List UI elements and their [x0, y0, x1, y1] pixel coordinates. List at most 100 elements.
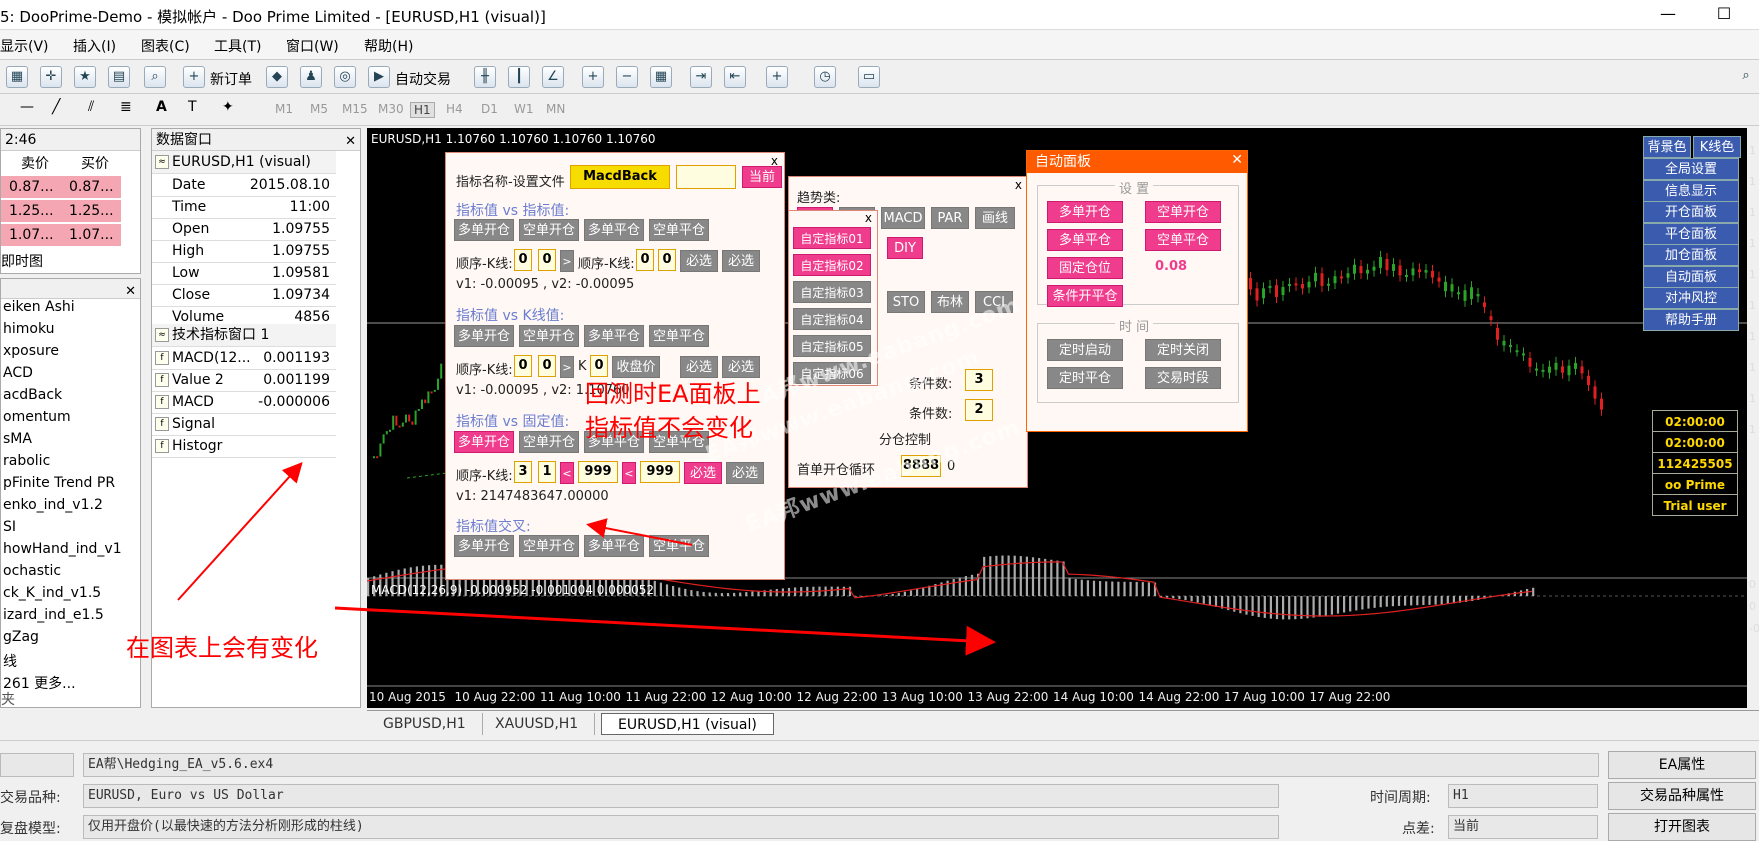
draw-line-button[interactable]: 画线	[975, 207, 1015, 229]
channel-icon[interactable]: ⫽	[88, 99, 94, 115]
minimize-icon[interactable]: —	[1658, 4, 1678, 24]
long-close-button[interactable]: 多单平仓	[584, 325, 644, 347]
tf-h4[interactable]: H4	[446, 102, 463, 116]
short-close-button[interactable]: 空单平仓	[649, 219, 709, 241]
short-close-button[interactable]: 空单平仓	[649, 535, 709, 557]
timer-close-button[interactable]: 定时平仓	[1047, 367, 1123, 389]
maximize-icon[interactable]: ☐	[1714, 4, 1734, 24]
symbol-properties-button[interactable]: 交易品种属性	[1608, 782, 1756, 810]
metaeditor-icon[interactable]: ◆	[266, 66, 288, 88]
conditional-open-close-button[interactable]: 条件开平仓	[1047, 285, 1123, 307]
navigator-item[interactable]: ochastic	[3, 563, 121, 579]
close-icon[interactable]: ✕	[345, 131, 356, 153]
k-field[interactable]: 1	[538, 461, 556, 483]
timer-start-button[interactable]: 定时启动	[1047, 339, 1123, 361]
tf-h1[interactable]: H1	[410, 102, 435, 118]
tab-xauusd[interactable]: XAUUSD,H1	[479, 713, 595, 735]
menu-window[interactable]: 窗口(W)	[286, 36, 339, 56]
long-close-button[interactable]: 多单平仓	[584, 535, 644, 557]
quote-row[interactable]: 0.87...0.87...	[1, 176, 121, 198]
short-open-button[interactable]: 空单开仓	[519, 535, 579, 557]
order-field[interactable]: 0	[514, 249, 532, 271]
short-open-button[interactable]: 空单开仓	[519, 325, 579, 347]
navigator-item[interactable]: acdBack	[3, 387, 121, 403]
label-icon[interactable]: T	[188, 99, 197, 115]
side-panel-button[interactable]: 信息显示	[1643, 180, 1739, 202]
auto-trade-icon[interactable]: ▶	[368, 66, 390, 88]
tester-icon[interactable]: ⌕	[144, 66, 166, 88]
timer-stop-button[interactable]: 定时关闭	[1145, 339, 1221, 361]
short-open-button[interactable]: 空单开仓	[519, 219, 579, 241]
navigator-item[interactable]: xposure	[3, 343, 121, 359]
ea-properties-button[interactable]: EA属性	[1608, 751, 1756, 779]
indicators-icon[interactable]: +	[766, 66, 788, 88]
side-panel-button[interactable]: 全局设置	[1643, 158, 1739, 180]
zoom-in-icon[interactable]: +	[582, 66, 604, 88]
long-open-button[interactable]: 多单开仓	[454, 219, 514, 241]
order-field[interactable]: 0	[636, 249, 654, 271]
navigator-item[interactable]: howHand_ind_v1	[3, 541, 121, 557]
compare-button[interactable]: >	[560, 356, 574, 378]
tf-mn[interactable]: MN	[546, 102, 565, 116]
short-close-button[interactable]: 空单平仓	[649, 325, 709, 347]
side-panel-button[interactable]: 帮助手册	[1643, 309, 1739, 331]
candle-color-button[interactable]: K线色	[1693, 136, 1741, 158]
auto-short-open-button[interactable]: 空单开仓	[1145, 201, 1221, 223]
order-field[interactable]: 0	[514, 355, 532, 377]
chart-area[interactable]: EURUSD,H1 1.10760 1.10760 1.10760 1.1076…	[367, 128, 1747, 708]
diy-button[interactable]: DIY	[887, 237, 923, 259]
compare-button[interactable]: >	[560, 250, 574, 272]
chart-shift-icon[interactable]: ⇤	[724, 66, 746, 88]
tab-gbpusd[interactable]: GBPUSD,H1	[367, 713, 483, 735]
tile-icon[interactable]: ▦	[650, 66, 672, 88]
zoom-out-icon[interactable]: −	[616, 66, 638, 88]
fibo-icon[interactable]: ≣	[120, 99, 132, 115]
indicator-name-field[interactable]: MacdBack	[570, 165, 670, 189]
text-icon[interactable]: A	[156, 99, 167, 115]
candle-chart-icon[interactable]: ┃	[508, 66, 530, 88]
k-field[interactable]: 0	[658, 249, 676, 271]
custom-indicator-button[interactable]: 自定指标03	[793, 281, 871, 303]
menu-insert[interactable]: 插入(I)	[73, 36, 116, 56]
order-field[interactable]: 3	[514, 461, 532, 483]
ea-type-select[interactable]	[0, 753, 74, 777]
must-select-button[interactable]: 必选	[680, 250, 718, 272]
signals-icon[interactable]: ◎	[334, 66, 356, 88]
tf-m15[interactable]: M15	[342, 102, 368, 116]
close-icon[interactable]: ✕	[125, 281, 136, 303]
side-panel-button[interactable]: 对冲风控	[1643, 287, 1739, 309]
macd-button[interactable]: MACD	[881, 207, 925, 229]
line-chart-icon[interactable]: ∠	[542, 66, 564, 88]
bg-color-button[interactable]: 背景色	[1643, 136, 1691, 158]
sto-button[interactable]: STO	[887, 291, 925, 313]
side-panel-button[interactable]: 加仓面板	[1643, 244, 1739, 266]
close-icon[interactable]: x	[865, 211, 872, 225]
search-icon[interactable]: ⌕	[1735, 66, 1757, 88]
navigator-icon[interactable]: ▤	[108, 66, 130, 88]
favorites-icon[interactable]: ★	[74, 66, 96, 88]
current-button[interactable]: 当前	[742, 166, 782, 188]
side-panel-button[interactable]: 开仓面板	[1643, 201, 1739, 223]
periods-clock-icon[interactable]: ◷	[814, 66, 836, 88]
navigator-item[interactable]: izard_ind_e1.5	[3, 607, 121, 623]
navigator-item[interactable]: SI	[3, 519, 121, 535]
fixed-value-field[interactable]: 999	[578, 461, 618, 483]
tf-m5[interactable]: M5	[310, 102, 328, 116]
auto-long-close-button[interactable]: 多单平仓	[1047, 229, 1123, 251]
navigator-item[interactable]: rabolic	[3, 453, 121, 469]
quote-row[interactable]: 1.25...1.25...	[1, 200, 121, 222]
trendline-icon[interactable]: ╱	[52, 99, 60, 115]
templates-icon[interactable]: ▭	[858, 66, 880, 88]
custom-indicator-button[interactable]: 自定指标02	[793, 254, 871, 276]
auto-short-close-button[interactable]: 空单平仓	[1145, 229, 1221, 251]
navigator-tab[interactable]: 夹	[1, 689, 15, 709]
new-order-icon[interactable]: +	[183, 66, 205, 88]
menu-help[interactable]: 帮助(H)	[364, 36, 413, 56]
fixed-value-field[interactable]: 999	[640, 461, 680, 483]
navigator-item[interactable]: 261 更多...	[3, 673, 121, 693]
navigator-item[interactable]: enko_ind_v1.2	[3, 497, 121, 513]
custom-indicator-button[interactable]: 自定指标04	[793, 308, 871, 330]
menu-chart[interactable]: 图表(C)	[141, 36, 190, 56]
menu-view[interactable]: 显示(V)	[0, 36, 49, 56]
settings-file-field[interactable]	[676, 165, 736, 189]
